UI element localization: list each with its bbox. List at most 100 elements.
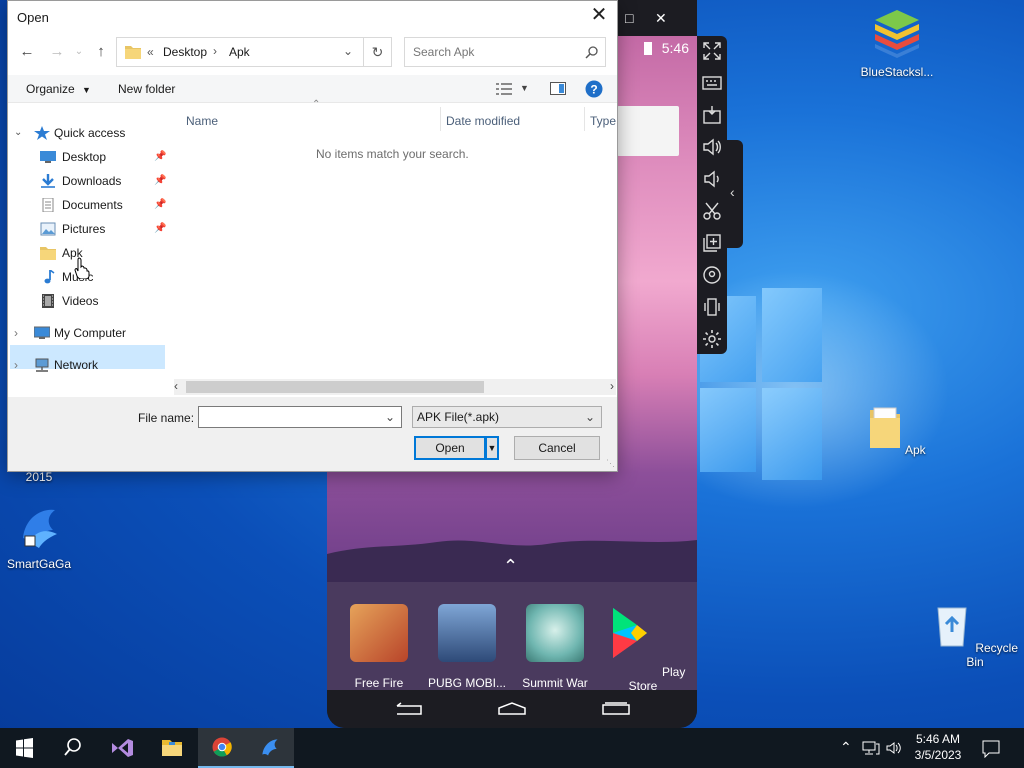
back-arrow-icon[interactable]: ← xyxy=(16,41,38,63)
desktop-icon-apk[interactable]: Apk xyxy=(852,406,942,457)
organize-label: Organize xyxy=(26,82,75,96)
refresh-icon[interactable]: ↻ xyxy=(364,37,392,67)
chevron-right-icon[interactable]: › xyxy=(14,353,18,377)
pin-icon[interactable]: 📌 xyxy=(154,193,166,217)
music-icon xyxy=(44,270,55,284)
desktop-icon-partial[interactable]: 2015 xyxy=(0,470,84,484)
volume-tray-icon[interactable] xyxy=(886,740,902,756)
new-folder-button[interactable]: New folder xyxy=(118,82,175,96)
app-drawer-chevron-icon[interactable]: ⌃ xyxy=(503,556,518,577)
play-store-icon xyxy=(612,608,647,658)
notifications-icon[interactable] xyxy=(982,740,1000,758)
pin-icon[interactable]: 📌 xyxy=(154,145,166,169)
search-input[interactable] xyxy=(405,38,581,66)
sidebar-item-apk[interactable]: Apk xyxy=(40,241,166,265)
file-type-select[interactable]: APK File(*.apk) ⌄ xyxy=(412,406,602,428)
settings-gear-icon[interactable] xyxy=(701,328,723,350)
scroll-left-icon[interactable]: ‹ xyxy=(174,379,178,393)
desktop-icon-recycle-bin[interactable]: Recycle Bin xyxy=(930,602,1020,669)
search-icon[interactable] xyxy=(585,46,598,59)
column-separator[interactable] xyxy=(440,107,441,131)
close-icon[interactable]: ✕ xyxy=(587,4,611,28)
resize-grip-icon[interactable]: ⋱ xyxy=(606,458,615,469)
app-free-fire[interactable]: Free Fire xyxy=(335,604,423,690)
multi-instance-icon[interactable] xyxy=(701,232,723,254)
file-name-value xyxy=(199,410,203,424)
sidebar-item-music[interactable]: Music xyxy=(40,265,166,289)
location-icon[interactable] xyxy=(701,264,723,286)
chrome-icon[interactable] xyxy=(198,728,246,768)
organize-menu[interactable]: Organize ▼ xyxy=(26,82,91,96)
scrollbar-thumb[interactable] xyxy=(186,381,484,393)
clock[interactable]: 5:46 AM 3/5/2023 xyxy=(908,728,968,768)
app-summit-war[interactable]: Summit War xyxy=(511,604,599,690)
pin-icon[interactable]: 📌 xyxy=(154,169,166,193)
breadcrumb-overflow[interactable]: « xyxy=(147,45,154,59)
chevron-right-icon[interactable]: › xyxy=(14,321,18,345)
file-explorer-icon[interactable] xyxy=(148,728,196,768)
file-name-label: File name: xyxy=(138,411,195,425)
horizontal-scrollbar[interactable]: ‹ › xyxy=(174,379,616,395)
open-button[interactable]: Open xyxy=(414,436,486,460)
chevron-down-icon[interactable]: ⌄ xyxy=(385,407,395,427)
open-options-dropdown[interactable]: ▼ xyxy=(485,436,499,460)
forward-arrow-icon[interactable]: → xyxy=(46,41,68,63)
scroll-right-icon[interactable]: › xyxy=(610,379,614,393)
sidebar-item-pictures[interactable]: Pictures 📌 xyxy=(40,217,166,241)
column-header-name[interactable]: Name xyxy=(186,111,218,131)
volume-up-icon[interactable] xyxy=(701,136,723,158)
sidebar-collapse-tab[interactable]: ‹ xyxy=(727,140,743,248)
app-pubg[interactable]: PUBG MOBI... xyxy=(423,604,511,690)
maximize-icon[interactable]: □ xyxy=(625,10,633,26)
pin-icon[interactable]: 📌 xyxy=(154,217,166,241)
close-icon[interactable]: ✕ xyxy=(655,10,667,27)
taskbar: ⌃ 5:46 AM 3/5/2023 xyxy=(0,728,1024,768)
column-header-date-modified[interactable]: Date modified xyxy=(446,111,520,131)
windows-start-icon[interactable] xyxy=(0,728,48,768)
search-icon[interactable] xyxy=(48,728,96,768)
breadcrumb-desktop[interactable]: Desktop xyxy=(163,45,207,59)
smartgaga-taskbar-icon[interactable] xyxy=(246,728,294,768)
column-header-type[interactable]: Type xyxy=(590,111,616,131)
file-name-combobox[interactable]: ⌄ xyxy=(198,406,402,428)
recent-locations-chevron-icon[interactable]: ⌄ xyxy=(68,41,90,63)
desktop-icon-smartgaga[interactable]: SmartGaGa xyxy=(0,504,84,571)
view-options-icon[interactable] xyxy=(496,83,512,95)
smartgaga-icon xyxy=(23,509,57,548)
chevron-left-icon: ‹ xyxy=(730,184,735,200)
address-dropdown-icon[interactable]: ⌄ xyxy=(343,44,353,58)
sidebar-item-videos[interactable]: Videos xyxy=(40,289,166,313)
fullscreen-icon[interactable] xyxy=(701,40,723,62)
sidebar-item-documents[interactable]: Documents 📌 xyxy=(40,193,166,217)
network-tray-icon[interactable] xyxy=(862,740,880,756)
up-arrow-icon[interactable]: ↑ xyxy=(90,41,112,63)
back-icon[interactable] xyxy=(393,702,423,716)
column-separator[interactable] xyxy=(584,107,585,131)
shake-icon[interactable] xyxy=(701,296,723,318)
sidebar-item-desktop[interactable]: Desktop 📌 xyxy=(40,145,166,169)
view-dropdown-icon[interactable]: ▼ xyxy=(520,83,529,93)
show-hidden-icons-icon[interactable]: ⌃ xyxy=(840,739,852,768)
visual-studio-icon[interactable] xyxy=(98,728,146,768)
recents-icon[interactable] xyxy=(601,702,631,716)
desktop-icon-bluestacks[interactable]: BlueStacksl... xyxy=(852,8,942,79)
search-widget[interactable] xyxy=(617,106,679,156)
keyboard-icon[interactable] xyxy=(701,72,723,94)
scissors-icon[interactable] xyxy=(701,200,723,222)
help-icon[interactable]: ? xyxy=(585,80,603,98)
breadcrumb-apk[interactable]: Apk xyxy=(229,45,250,59)
file-list[interactable]: ⌃ Name Date modified Type No items match… xyxy=(166,99,616,375)
address-bar[interactable]: « Desktop › Apk ⌄ xyxy=(116,37,364,67)
volume-down-icon[interactable] xyxy=(701,168,723,190)
chevron-down-icon[interactable]: ⌄ xyxy=(585,407,595,427)
sidebar-item-downloads[interactable]: Downloads 📌 xyxy=(40,169,166,193)
open-file-dialog[interactable]: Open ✕ ← → ⌄ ↑ « Desktop › Apk ⌄ ↻ Organ… xyxy=(7,0,618,472)
preview-pane-icon[interactable] xyxy=(550,82,566,95)
cancel-button[interactable]: Cancel xyxy=(514,436,600,460)
app-play-store[interactable]: Play Store xyxy=(599,604,687,693)
chevron-down-icon[interactable]: ⌄ xyxy=(14,121,22,145)
home-icon[interactable] xyxy=(497,702,527,716)
star-icon xyxy=(34,126,50,140)
search-box[interactable] xyxy=(404,37,606,67)
apk-install-icon[interactable] xyxy=(701,104,723,126)
